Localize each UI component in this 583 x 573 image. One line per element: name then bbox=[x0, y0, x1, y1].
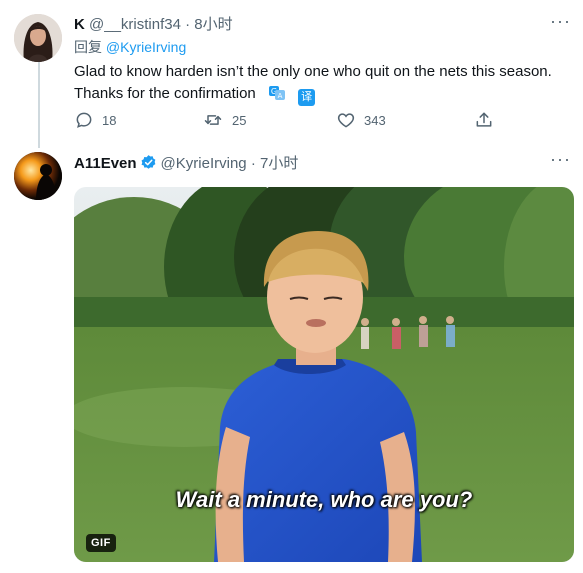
share-button[interactable] bbox=[474, 110, 494, 130]
tweet-timestamp[interactable]: 8小时 bbox=[194, 16, 232, 33]
share-icon bbox=[474, 110, 494, 130]
tweet-1-header: K @__kristinf34 · 8小时 bbox=[74, 16, 233, 34]
gif-caption: Wait a minute, who are you? bbox=[175, 487, 473, 512]
tweet-1-text: Glad to know harden isn’t the only one w… bbox=[74, 61, 569, 109]
retweet-count: 25 bbox=[232, 112, 247, 128]
retweet-button[interactable]: 25 bbox=[202, 110, 246, 130]
thread-connector-line bbox=[38, 62, 40, 148]
like-button[interactable]: 343 bbox=[336, 110, 386, 130]
gif-media[interactable]: Wait a minute, who are you? GIF bbox=[74, 187, 574, 562]
retweet-icon bbox=[202, 110, 224, 130]
tweet-1-action-bar: 18 25 343 bbox=[74, 110, 504, 132]
more-icon[interactable]: ··· bbox=[550, 150, 571, 168]
tweet-2-header: A11Even @KyrieIrving · 7小时 bbox=[74, 154, 298, 176]
separator-dot: · bbox=[185, 16, 191, 33]
like-icon bbox=[336, 110, 356, 130]
author-handle[interactable]: @__kristinf34 bbox=[89, 16, 181, 33]
reply-mention-link[interactable]: @KyrieIrving bbox=[106, 39, 186, 55]
avatar-k[interactable] bbox=[14, 14, 62, 62]
reply-count: 18 bbox=[102, 112, 117, 128]
avatar-a11even[interactable] bbox=[14, 152, 62, 200]
more-icon[interactable]: ··· bbox=[550, 12, 571, 30]
like-count: 343 bbox=[364, 112, 386, 128]
author-name[interactable]: K bbox=[74, 16, 85, 33]
translate-button[interactable]: 译 bbox=[298, 89, 316, 106]
separator-dot: · bbox=[250, 155, 256, 172]
verified-badge-icon bbox=[140, 154, 157, 176]
author-name[interactable]: A11Even bbox=[74, 155, 137, 172]
reply-icon bbox=[74, 110, 94, 130]
gif-badge: GIF bbox=[86, 534, 116, 552]
reply-prefix: 回复 bbox=[74, 39, 102, 55]
reply-to-line: 回复 @KyrieIrving bbox=[74, 38, 186, 56]
author-handle[interactable]: @KyrieIrving bbox=[161, 155, 247, 172]
svg-text:A: A bbox=[278, 92, 283, 100]
translate-icon[interactable]: G A bbox=[268, 84, 286, 109]
tweet-timestamp[interactable]: 7小时 bbox=[260, 155, 298, 172]
reply-button[interactable]: 18 bbox=[74, 110, 116, 130]
